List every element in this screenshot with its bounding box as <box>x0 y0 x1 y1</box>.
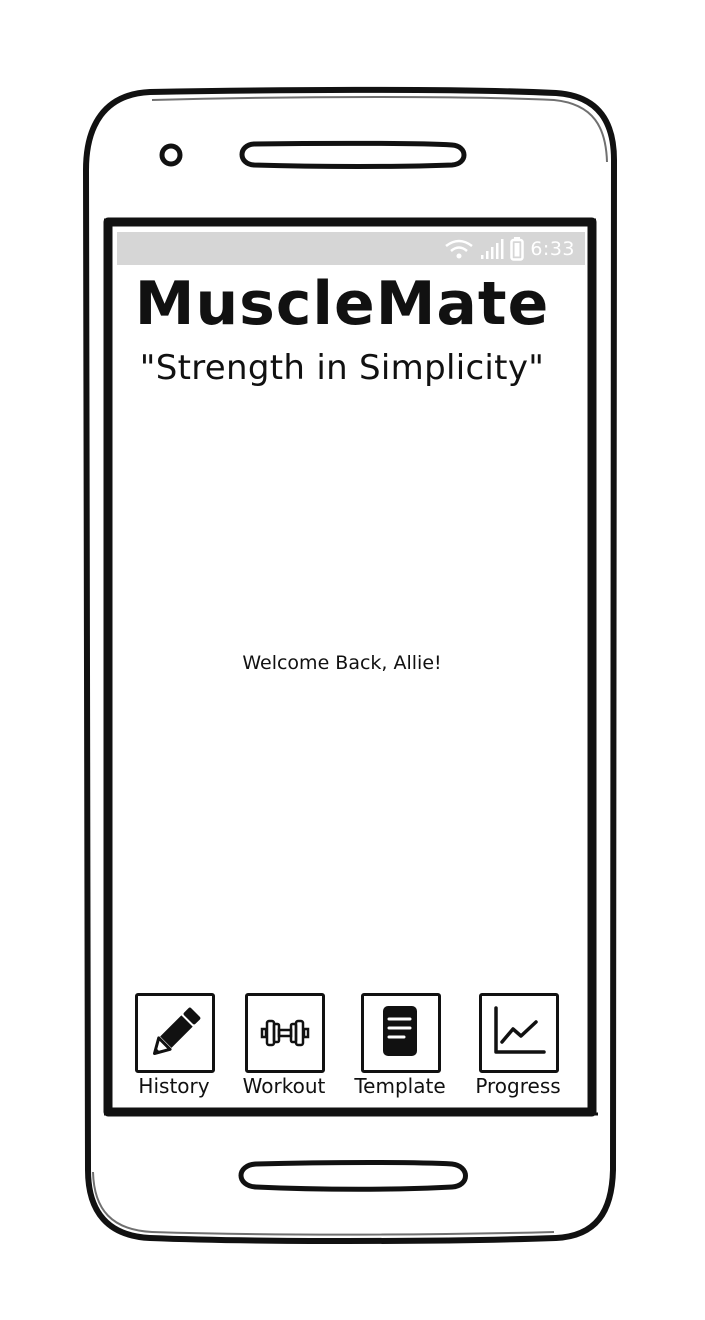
document-icon <box>383 1006 417 1056</box>
nav-template-icon-box[interactable] <box>361 993 441 1073</box>
dumbbell-icon <box>260 1019 310 1047</box>
battery-icon <box>510 236 525 261</box>
nav-history-icon-box[interactable] <box>135 993 215 1073</box>
home-button <box>238 1160 468 1192</box>
signal-icon <box>480 238 504 260</box>
status-bar: 6:33 <box>117 232 585 265</box>
app-tagline: "Strength in Simplicity" <box>139 348 545 388</box>
camera-dot <box>159 143 183 167</box>
line-chart-icon <box>494 1006 546 1054</box>
nav-history-button[interactable]: History <box>119 993 229 1102</box>
nav-progress-label: Progress <box>475 1074 561 1098</box>
earpiece-speaker <box>239 140 467 169</box>
status-time: 6:33 <box>530 237 575 260</box>
bottom-nav: History Workout Template Progress <box>117 993 585 1102</box>
status-icons: 6:33 <box>444 232 575 265</box>
pencil-icon <box>152 1007 201 1056</box>
wifi-icon <box>444 238 474 260</box>
nav-progress-button[interactable]: Progress <box>463 993 573 1102</box>
nav-progress-icon-box[interactable] <box>479 993 559 1073</box>
nav-workout-button[interactable]: Workout <box>229 993 339 1102</box>
nav-template-button[interactable]: Template <box>345 993 455 1102</box>
app-screen: 6:33 MuscleMate "Strength in Simplicity"… <box>117 232 585 1102</box>
nav-history-label: History <box>138 1074 210 1098</box>
nav-template-label: Template <box>354 1074 446 1098</box>
nav-workout-icon-box[interactable] <box>245 993 325 1073</box>
nav-workout-label: Workout <box>242 1074 326 1098</box>
welcome-message: Welcome Back, Allie! <box>242 652 442 674</box>
app-title: MuscleMate <box>134 269 550 339</box>
